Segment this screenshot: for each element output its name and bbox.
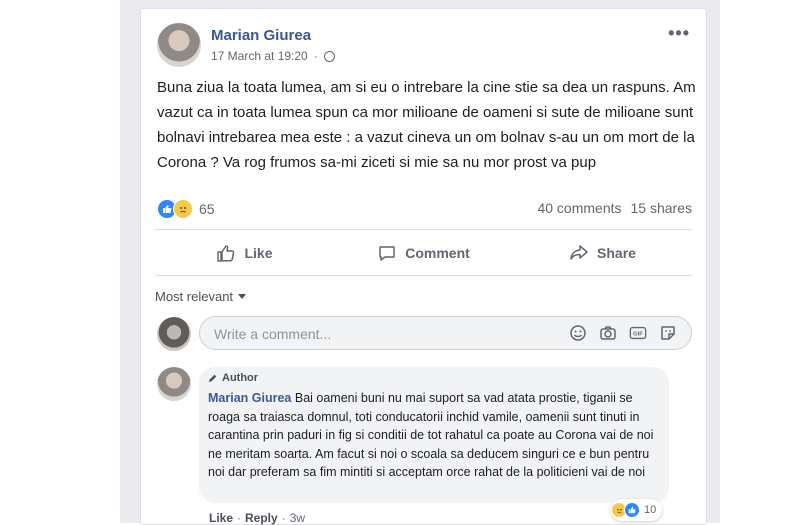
pencil-icon [209, 374, 217, 382]
comment-text: Marian Giurea Bai oameni buni nu mai sup… [208, 389, 663, 482]
composer-icons: GIF [569, 324, 677, 342]
comments-count-link[interactable]: 40 comments [537, 200, 621, 216]
shares-count-link[interactable]: 15 shares [631, 200, 692, 216]
divider [155, 275, 692, 276]
post-author-name[interactable]: Marian Giurea [211, 27, 311, 44]
comment-label: Comment [405, 245, 470, 261]
sort-label: Most relevant [155, 289, 234, 304]
author-avatar[interactable] [157, 23, 201, 67]
comment-composer: GIF [199, 316, 692, 351]
share-label: Share [597, 245, 636, 261]
comment-reactions[interactable]: 10 [611, 499, 663, 521]
post-timestamp[interactable]: 17 March at 19:20 [211, 49, 308, 63]
commenter-avatar[interactable] [157, 367, 191, 401]
caret-down-icon [238, 294, 247, 299]
post-card: Marian Giurea 17 March at 19:20 · ••• Bu… [140, 8, 707, 525]
thumbs-up-icon [216, 243, 236, 263]
post-text: Buna ziua la toata lumea, am si eu o int… [157, 79, 696, 171]
like-button[interactable]: Like [155, 237, 334, 269]
sad-reaction-icon [173, 199, 193, 219]
post-stats: 40 comments 15 shares [537, 200, 692, 216]
divider [155, 229, 692, 230]
comment-icon [377, 243, 397, 263]
post-meta: 17 March at 19:20 · [211, 49, 335, 63]
like-label: Like [244, 245, 273, 261]
current-user-avatar [157, 317, 191, 351]
share-button[interactable]: Share [513, 237, 692, 269]
emoji-icon[interactable] [569, 324, 587, 342]
post-actions: Like Comment Share [155, 237, 692, 269]
reactions-count: 65 [199, 201, 215, 217]
comment-reactions-count: 10 [644, 504, 657, 516]
like-reaction-icon [624, 502, 640, 518]
gif-icon[interactable]: GIF [629, 324, 647, 342]
share-icon [569, 243, 589, 263]
more-options-button[interactable]: ••• [668, 23, 690, 44]
author-badge-label: Author [222, 372, 259, 384]
svg-text:GIF: GIF [633, 332, 643, 338]
author-badge: Author [207, 372, 258, 384]
sticker-icon[interactable] [659, 324, 677, 342]
comment-button[interactable]: Comment [334, 237, 513, 269]
reactions-summary[interactable]: 65 [157, 199, 215, 219]
comment-sort-dropdown[interactable]: Most relevant [155, 289, 247, 304]
camera-icon[interactable] [599, 324, 617, 342]
comment-bubble: Author Marian Giurea Bai oameni buni nu … [199, 367, 669, 503]
commenter-name[interactable]: Marian Giurea [208, 391, 291, 405]
comment-input[interactable] [212, 317, 536, 351]
globe-icon[interactable] [323, 50, 335, 62]
